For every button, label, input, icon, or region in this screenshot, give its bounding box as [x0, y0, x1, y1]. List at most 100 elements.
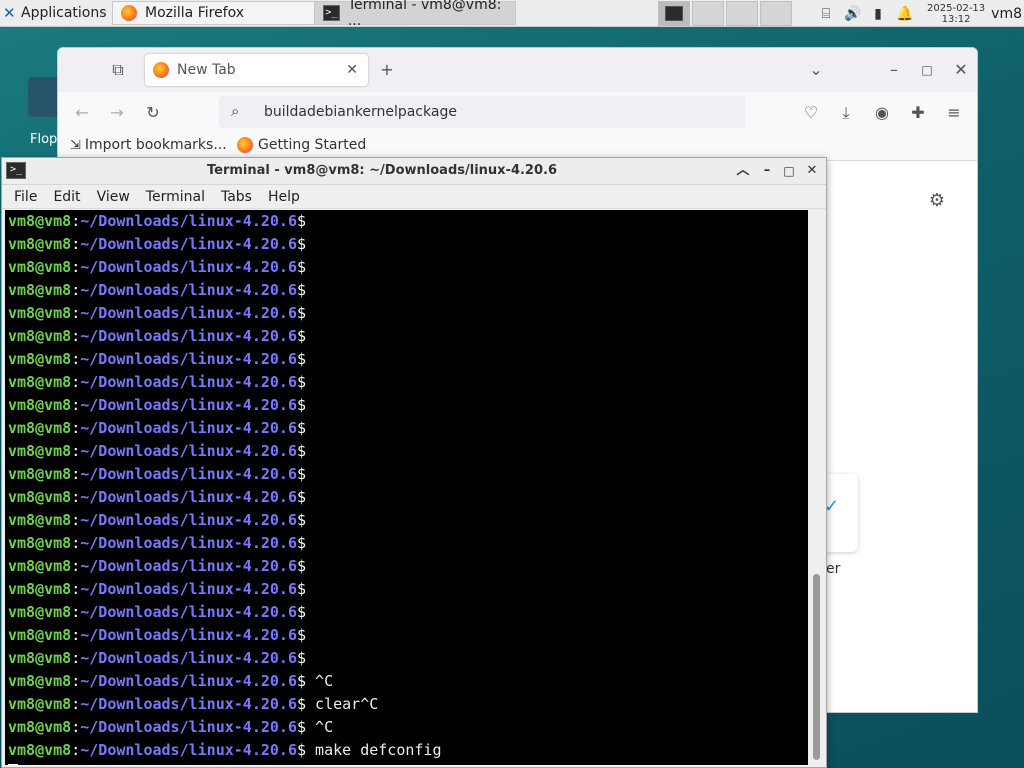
prompt-user: vm8@vm8 [8, 603, 72, 621]
forward-icon[interactable]: → [105, 101, 129, 125]
prompt-colon: : [71, 741, 81, 759]
menu-terminal[interactable]: Terminal [138, 189, 213, 205]
maximize-icon[interactable]: □ [780, 162, 798, 180]
prompt-path: ~/Downloads/linux-4.20.6 [80, 212, 297, 230]
reload-icon[interactable]: ↻ [141, 101, 165, 125]
prompt-dollar: $ [297, 534, 307, 552]
scrollbar-thumb[interactable] [813, 574, 820, 760]
menu-file[interactable]: File [6, 189, 45, 205]
workspace-3[interactable] [726, 1, 758, 26]
prompt-user: vm8@vm8 [8, 580, 72, 598]
prompt-path: ~/Downloads/linux-4.20.6 [80, 695, 297, 713]
terminal-line: vm8@vm8:~/Downloads/linux-4.20.6$ [8, 417, 808, 440]
prompt-colon: : [71, 557, 81, 575]
terminal-scrollbar[interactable] [809, 210, 824, 765]
taskbar-item-firefox[interactable]: Mozilla Firefox [112, 1, 316, 25]
prompt-colon: : [71, 442, 81, 460]
bookmark-getting-started[interactable]: Getting Started [237, 137, 366, 153]
prompt-dollar: $ [297, 442, 307, 460]
back-icon[interactable]: ← [70, 101, 94, 125]
new-tab-icon[interactable]: + [375, 58, 399, 82]
terminal-line: vm8@vm8:~/Downloads/linux-4.20.6$ [8, 647, 808, 670]
terminal-window: >_ Terminal - vm8@vm8: ~/Downloads/linux… [1, 157, 827, 768]
clock[interactable]: 2025-02-13 13:12 [927, 3, 985, 25]
import-icon: ⇲ [70, 137, 81, 153]
prompt-user: vm8@vm8 [8, 396, 72, 414]
terminal-line: vm8@vm8:~/Downloads/linux-4.20.6$ [8, 302, 808, 325]
close-icon[interactable]: ✕ [803, 162, 821, 180]
url-bar[interactable]: ⌕ buildadebiankernelpackage [219, 96, 745, 128]
terminal-titlebar[interactable]: >_ Terminal - vm8@vm8: ~/Downloads/linux… [2, 158, 826, 185]
chevron-down-icon[interactable]: ⌄ [804, 58, 828, 82]
terminal-line: vm8@vm8:~/Downloads/linux-4.20.6$ [8, 555, 808, 578]
prompt-colon: : [71, 626, 81, 644]
minimize-icon[interactable]: – [882, 58, 906, 82]
terminal-line: vm8@vm8:~/Downloads/linux-4.20.6$ [8, 509, 808, 532]
battery-icon[interactable]: ▮ [870, 6, 886, 22]
pocket-icon[interactable]: ♡ [799, 101, 823, 125]
terminal-line: vm8@vm8:~/Downloads/linux-4.20.6$ [8, 532, 808, 555]
terminal-line: vm8@vm8:~/Downloads/linux-4.20.6$ [8, 624, 808, 647]
terminal-title: Terminal - vm8@vm8: ~/Downloads/linux-4.… [207, 163, 557, 178]
menu-edit[interactable]: Edit [45, 189, 88, 205]
prompt-path: ~/Downloads/linux-4.20.6 [80, 580, 297, 598]
prompt-dollar: $ [297, 649, 307, 667]
prompt-colon: : [71, 580, 81, 598]
prompt-user: vm8@vm8 [8, 442, 72, 460]
menu-tabs[interactable]: Tabs [213, 189, 260, 205]
command-text: ^C [306, 718, 334, 736]
prompt-user: vm8@vm8 [8, 212, 72, 230]
terminal-cursor-line [8, 762, 808, 765]
prompt-dollar: $ [297, 626, 307, 644]
terminal-thumbnail-icon [665, 6, 683, 21]
taskbar-item-terminal[interactable]: >_ Terminal - vm8@vm8: ... [314, 0, 516, 29]
prompt-colon: : [71, 465, 81, 483]
shade-icon[interactable]: ︿ [734, 162, 752, 180]
extensions-icon[interactable]: ✚ [906, 101, 930, 125]
volume-icon[interactable]: 🔊 [844, 6, 861, 22]
menu-icon[interactable]: ≡ [942, 101, 966, 125]
prompt-user: vm8@vm8 [8, 419, 72, 437]
prompt-user: vm8@vm8 [8, 626, 72, 644]
clock-date: 2025-02-13 [927, 2, 986, 14]
prompt-user: vm8@vm8 [8, 350, 72, 368]
prompt-colon: : [71, 695, 81, 713]
workspace-2[interactable] [692, 1, 724, 26]
network-icon[interactable]: ⌸ [818, 6, 834, 22]
prompt-colon: : [71, 718, 81, 736]
prompt-path: ~/Downloads/linux-4.20.6 [80, 465, 297, 483]
user-menu[interactable]: vm8 [991, 6, 1022, 22]
close-tab-icon[interactable]: ✕ [346, 62, 358, 78]
prompt-colon: : [71, 304, 81, 322]
applications-menu[interactable]: ✕ Applications [0, 0, 107, 27]
account-icon[interactable]: ◉ [870, 101, 894, 125]
gear-icon[interactable]: ⚙ [925, 189, 949, 213]
workspace-4[interactable] [760, 1, 792, 26]
prompt-user: vm8@vm8 [8, 465, 72, 483]
prompt-dollar: $ [297, 557, 307, 575]
workspace-1[interactable] [658, 1, 690, 26]
prompt-dollar: $ [297, 580, 307, 598]
maximize-icon[interactable]: □ [915, 58, 939, 82]
tab-new-tab[interactable]: New Tab ✕ [145, 54, 368, 86]
prompt-dollar: $ [297, 511, 307, 529]
prompt-dollar: $ [297, 212, 307, 230]
xfce-logo-icon: ✕ [3, 4, 16, 22]
firefox-icon [121, 5, 137, 21]
menu-help[interactable]: Help [260, 189, 308, 205]
prompt-path: ~/Downloads/linux-4.20.6 [80, 672, 297, 690]
minimize-icon[interactable]: – [758, 162, 776, 180]
prompt-dollar: $ [297, 741, 307, 759]
prompt-dollar: $ [297, 327, 307, 345]
notification-bell-icon[interactable]: 🔔 [896, 6, 913, 22]
download-icon[interactable]: ⤓ [834, 101, 858, 125]
menu-view[interactable]: View [89, 189, 138, 205]
close-icon[interactable]: ✕ [949, 58, 973, 82]
prompt-path: ~/Downloads/linux-4.20.6 [80, 603, 297, 621]
clock-time: 13:12 [941, 13, 971, 25]
prompt-path: ~/Downloads/linux-4.20.6 [80, 626, 297, 644]
firefox-view-icon[interactable]: ⧉ [106, 58, 130, 82]
url-text: buildadebiankernelpackage [264, 104, 457, 120]
bookmark-import[interactable]: ⇲ Import bookmarks... [70, 137, 227, 153]
terminal-screen[interactable]: vm8@vm8:~/Downloads/linux-4.20.6$ vm8@vm8… [5, 210, 808, 765]
